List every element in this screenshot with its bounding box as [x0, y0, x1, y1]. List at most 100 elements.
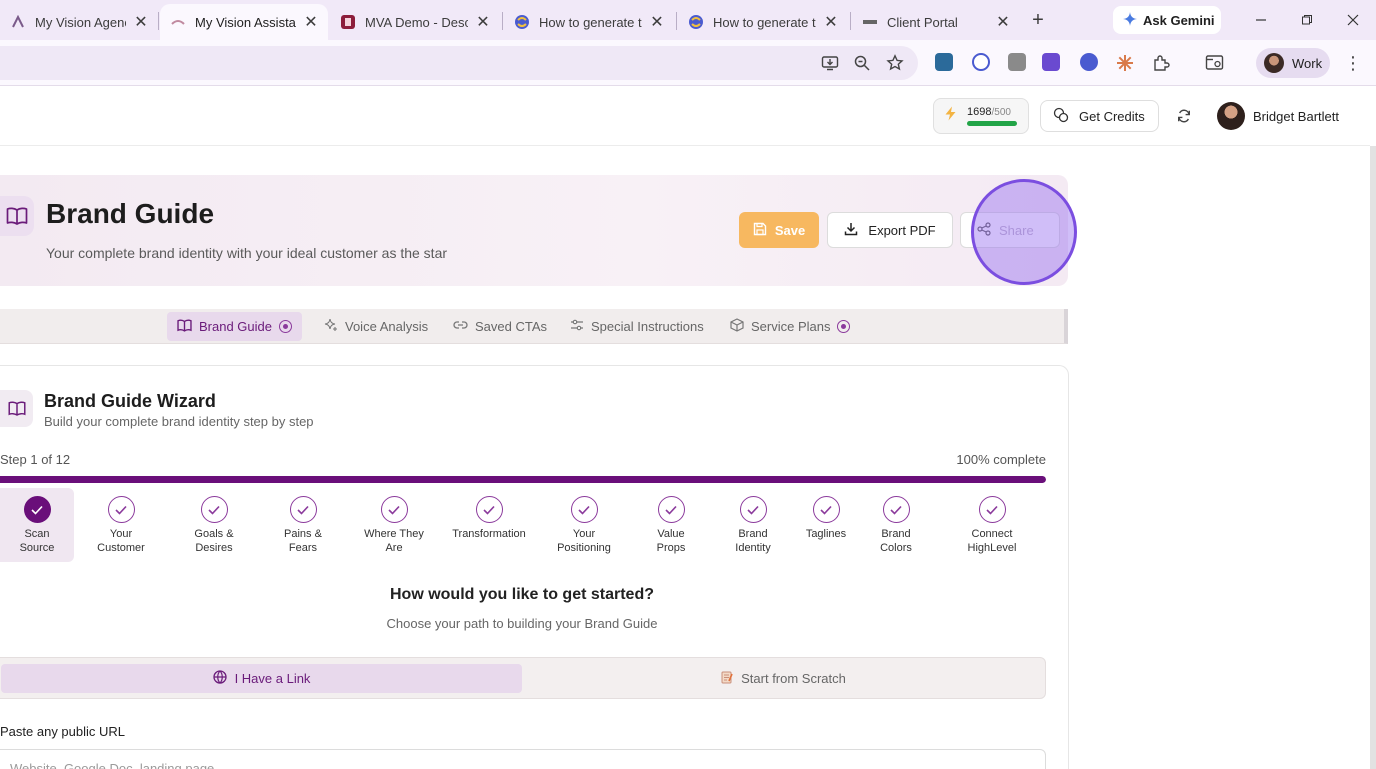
book-icon [0, 196, 34, 236]
refresh-icon[interactable] [1174, 106, 1194, 126]
check-icon [23, 496, 51, 523]
browser-tab[interactable]: How to generate ti ✕ [678, 4, 848, 40]
extension-burst-icon[interactable] [1114, 52, 1136, 74]
extensions-puzzle-icon[interactable] [1150, 52, 1172, 74]
step-brand-colors[interactable]: Brand Colors [856, 488, 936, 562]
step-label: Desires [195, 542, 233, 554]
tab-title: MVA Demo - Descri [365, 14, 468, 30]
browser-tab[interactable]: Client Portal ✕ [852, 4, 1020, 40]
extension-s-icon[interactable] [935, 53, 953, 71]
browser-tab[interactable]: My Vision Agency™ ✕ [0, 4, 158, 40]
extension-arrow-icon[interactable] [1042, 53, 1060, 71]
close-window-button[interactable] [1340, 8, 1366, 32]
tab-service-plans[interactable]: Service Plans [720, 312, 860, 341]
check-icon [380, 496, 408, 523]
tab-title: How to generate ti [539, 14, 642, 30]
credits-widget[interactable]: 1698/500 [933, 98, 1029, 134]
ask-gemini-button[interactable]: Ask Gemini [1113, 6, 1221, 34]
step-label: Where They [364, 528, 424, 540]
tab-saved-ctas[interactable]: Saved CTAs [443, 312, 557, 341]
export-pdf-button[interactable]: Export PDF [827, 212, 953, 248]
extension-globe-icon[interactable] [1080, 53, 1098, 71]
extension-grid-icon[interactable] [1008, 53, 1026, 71]
step-label: Your [109, 528, 133, 540]
option-label: Start from Scratch [741, 671, 846, 686]
check-icon [570, 496, 598, 523]
browser-menu-icon[interactable]: ⋮ [1344, 52, 1362, 74]
close-icon[interactable]: ✕ [822, 13, 840, 31]
page-scrollbar[interactable] [1370, 146, 1376, 769]
globe-icon [212, 670, 227, 687]
close-icon[interactable]: ✕ [302, 13, 320, 31]
tab-title: Client Portal [887, 14, 958, 30]
new-tab-button[interactable]: + [1027, 9, 1049, 31]
step-transformation[interactable]: Transformation [444, 488, 534, 562]
step-your-positioning[interactable]: Your Positioning [544, 488, 624, 562]
close-icon[interactable]: ✕ [132, 13, 150, 31]
step-label: Value [657, 528, 685, 540]
step-label: Your [572, 528, 596, 540]
option-start-scratch[interactable]: Start from Scratch [522, 664, 1045, 693]
book-icon [177, 319, 192, 335]
browser-tab-active[interactable]: My Vision Assistant ✕ [160, 4, 328, 40]
step-scan-source[interactable]: Scan Source [0, 488, 74, 562]
tab-separator [676, 12, 677, 30]
start-method-toggle: I Have a Link Start from Scratch [0, 657, 1046, 699]
share-label: Share [999, 222, 1034, 238]
zoom-icon[interactable] [851, 52, 873, 74]
step-where-they-are[interactable]: Where They Are [354, 488, 434, 562]
save-button[interactable]: Save [739, 212, 819, 248]
step-label: Brand [738, 528, 768, 540]
page-title: Brand Guide [46, 198, 215, 229]
page-subtitle: Your complete brand identity with your i… [46, 245, 448, 261]
coins-icon [1053, 107, 1069, 126]
user-menu[interactable]: Bridget Bartlett [1217, 101, 1339, 131]
install-app-icon[interactable] [819, 52, 841, 74]
step-label: Positioning [557, 542, 611, 554]
option-have-link[interactable]: I Have a Link [1, 664, 522, 693]
step-goals-desires[interactable]: Goals & Desires [174, 488, 254, 562]
get-credits-button[interactable]: Get Credits [1040, 100, 1159, 132]
percent-complete: 100% complete [956, 452, 1046, 467]
extension-lock-icon[interactable] [972, 53, 990, 71]
step-taglines[interactable]: Taglines [786, 488, 866, 562]
browser-tab[interactable]: How to generate ti ✕ [504, 4, 674, 40]
tab-special-instructions[interactable]: Special Instructions [560, 312, 714, 341]
mva-icon [10, 14, 26, 30]
step-your-customer[interactable]: Your Customer [81, 488, 161, 562]
profile-button[interactable]: Work [1256, 48, 1330, 78]
close-icon[interactable]: ✕ [994, 13, 1012, 31]
profile-label: Work [1292, 55, 1323, 71]
browser-tab-strip: My Vision Agency™ ✕ My Vision Assistant … [0, 0, 1376, 40]
step-pains-fears[interactable]: Pains & Fears [263, 488, 343, 562]
step-label: Source [19, 542, 55, 554]
close-icon[interactable]: ✕ [648, 13, 666, 31]
step-counter: Step 1 of 12 [0, 452, 71, 467]
bookmark-star-icon[interactable] [884, 52, 906, 74]
tab-search-icon[interactable] [1204, 52, 1226, 74]
step-label: Colors [880, 542, 912, 554]
browser-tab[interactable]: MVA Demo - Descri ✕ [330, 4, 500, 40]
gemini-label: Ask Gemini [1143, 12, 1215, 28]
tab-brand-guide[interactable]: Brand Guide [167, 312, 302, 341]
close-icon[interactable]: ✕ [474, 13, 492, 31]
maximize-button[interactable] [1294, 8, 1320, 32]
step-brand-identity[interactable]: Brand Identity [713, 488, 793, 562]
book-icon [0, 390, 33, 427]
profile-avatar [1264, 53, 1284, 73]
minimize-button[interactable] [1248, 8, 1274, 32]
step-value-props[interactable]: Value Props [631, 488, 711, 562]
share-button[interactable]: Share [960, 212, 1060, 248]
tab-separator [158, 12, 159, 30]
step-connect-highlevel[interactable]: Connect HighLevel [952, 488, 1032, 562]
wizard-title: Brand Guide Wizard [44, 391, 216, 411]
url-input[interactable] [0, 749, 1046, 769]
check-icon [739, 496, 767, 523]
step-label: Pains & [284, 528, 322, 540]
share-icon [977, 221, 991, 239]
credits-bar [967, 121, 1017, 126]
tab-title: My Vision Assistant [195, 14, 296, 30]
address-bar[interactable] [0, 46, 918, 80]
tab-separator [502, 12, 503, 30]
tab-voice-analysis[interactable]: Voice Analysis [314, 312, 438, 341]
